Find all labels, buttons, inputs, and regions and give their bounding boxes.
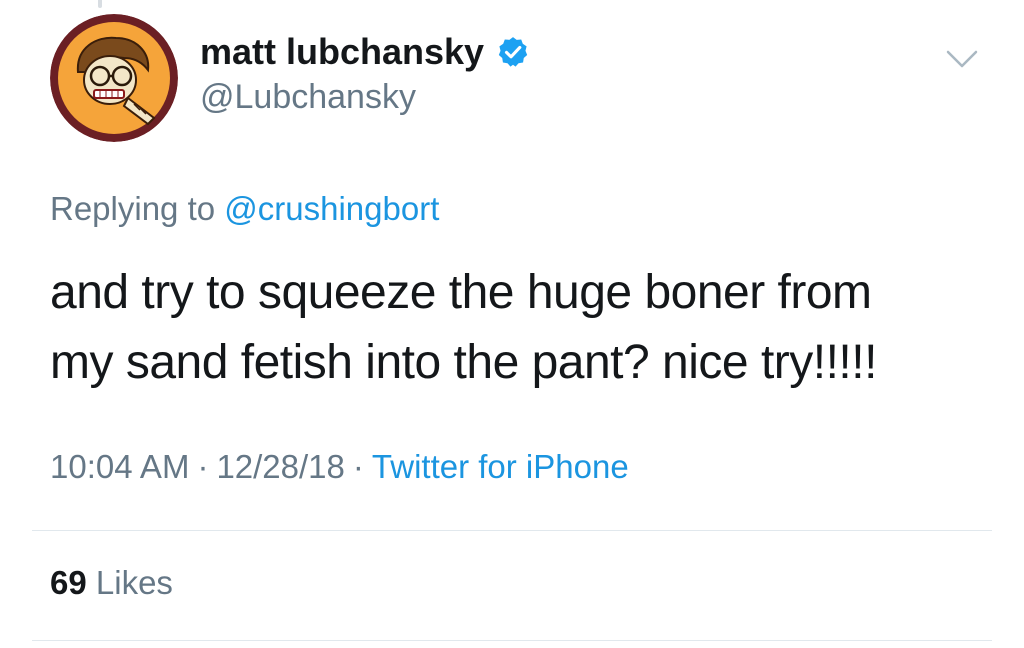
more-options-button[interactable] xyxy=(944,46,980,72)
divider xyxy=(32,640,992,641)
reply-mention-link[interactable]: @crushingbort xyxy=(224,190,439,227)
author-name-row: matt lubchansky xyxy=(200,30,530,74)
tweet-text: and try to squeeze the huge boner from m… xyxy=(50,258,990,398)
replying-to: Replying to @crushingbort xyxy=(50,190,439,228)
tweet-time[interactable]: 10:04 AM xyxy=(50,448,189,485)
likes-count: 69 xyxy=(50,564,87,601)
meta-separator: · xyxy=(197,448,209,485)
verified-badge-icon xyxy=(496,35,530,69)
thread-line xyxy=(98,0,102,8)
tweet-text-line: my sand fetish into the pant? nice try!!… xyxy=(50,336,877,389)
meta-separator: · xyxy=(352,448,364,485)
avatar[interactable] xyxy=(50,14,178,142)
display-name[interactable]: matt lubchansky xyxy=(200,31,484,73)
tweet-date[interactable]: 12/28/18 xyxy=(216,448,344,485)
tweet-detail: matt lubchansky @Lubchansky Replying to … xyxy=(0,0,1024,648)
likes-label: Likes xyxy=(95,564,173,601)
likes-count-link[interactable]: 69 Likes xyxy=(50,564,173,602)
tweet-metadata: 10:04 AM · 12/28/18 · Twitter for iPhone xyxy=(50,448,629,486)
replying-to-label: Replying to xyxy=(50,190,225,227)
tweet-text-line: and try to squeeze the huge boner from xyxy=(50,266,872,319)
tweet-source-link[interactable]: Twitter for iPhone xyxy=(372,448,629,485)
chevron-down-icon xyxy=(946,50,978,68)
user-handle[interactable]: @Lubchansky xyxy=(200,78,416,117)
avatar-illustration xyxy=(50,14,178,142)
divider xyxy=(32,530,992,531)
